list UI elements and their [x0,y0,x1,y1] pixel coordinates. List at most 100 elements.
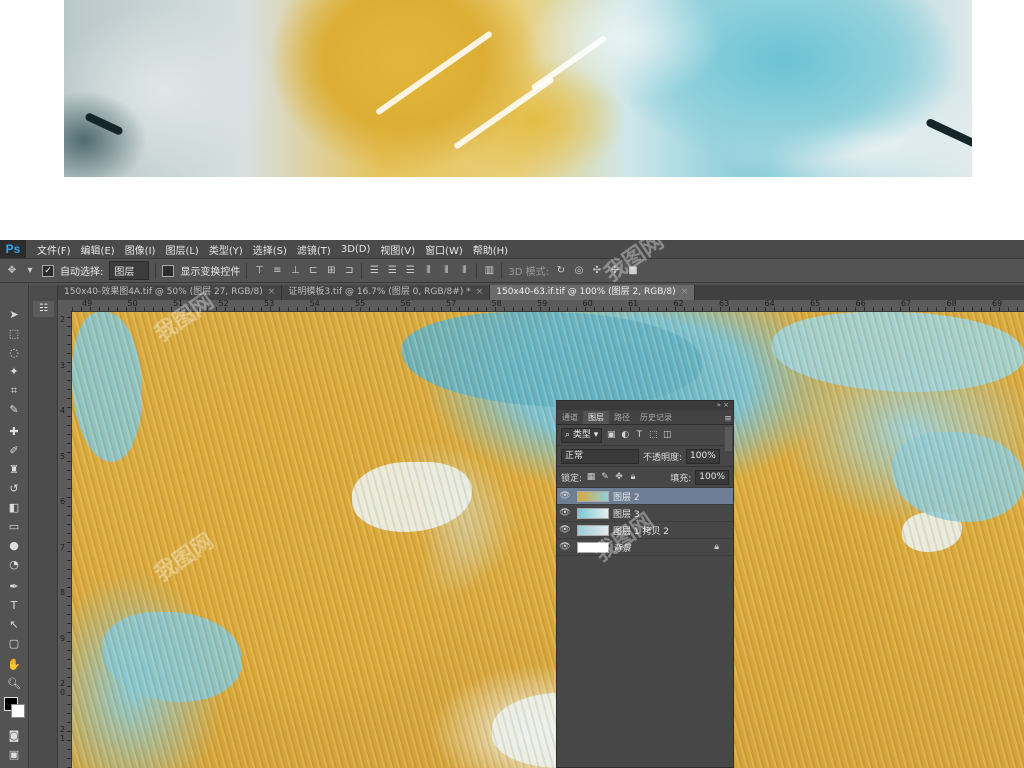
menu-filter[interactable]: 滤镜(T) [292,242,336,257]
slide-3d-icon[interactable]: ✢ [609,265,621,277]
screen-mode-icon[interactable]: ▣ [4,747,24,763]
distribute-right-icon[interactable]: ⫴ [458,265,470,277]
move-tool-icon[interactable]: ➤ [4,307,24,323]
vertical-ruler[interactable]: 2 3 4 5 6 7 8 9 2 0 2 1 [58,311,72,768]
move-tool-icon[interactable]: ✥ [6,265,18,277]
eraser-tool-icon[interactable]: ◧ [4,500,24,516]
auto-select-checkbox[interactable]: ✓ [42,264,54,277]
kind-filter-select[interactable]: ⌕ 类型 ▾ [561,427,603,443]
align-hcenter-icon[interactable]: ⊞ [325,265,337,277]
fill-input[interactable]: 100% [695,469,729,485]
distribute-top-icon[interactable]: ☰ [368,265,380,277]
menu-3d[interactable]: 3D(D) [336,244,376,255]
eye-icon[interactable]: 👁︎ [557,542,573,552]
gradient-tool-icon[interactable]: ▭ [4,519,24,535]
brush-tool-icon[interactable]: ✐ [4,443,24,459]
show-transform-checkbox[interactable] [162,264,175,277]
eye-icon[interactable]: 👁︎ [557,525,573,535]
options-bar: ✥ ▾ ✓ 自动选择: 图层 显示变换控件 ⊤ ≡ ⊥ ⊏ ⊞ ⊐ ☰ ☰ ☰ … [0,259,1024,283]
ruler-tick-label: 50 [127,300,138,308]
quick-mask-icon[interactable]: ◙ [4,728,24,744]
close-icon[interactable]: × [681,287,689,297]
tab-history[interactable]: 历史记录 [635,411,677,424]
shape-tool-icon[interactable]: ▢ [4,636,24,652]
magic-wand-icon[interactable]: ✦ [4,364,24,380]
menu-file[interactable]: 文件(F) [32,242,76,257]
crop-tool-icon[interactable]: ⌗ [4,383,24,399]
menu-layer[interactable]: 图层(L) [160,242,203,257]
camera-3d-icon[interactable]: ■ [627,265,639,277]
preview-white-streak [374,30,494,116]
menu-view[interactable]: 视图(V) [375,242,420,257]
background-color-swatch[interactable] [11,704,25,718]
layer-row[interactable]: 👁︎ 图层 3 [557,505,733,522]
close-icon[interactable]: × [268,287,276,297]
panel-titlebar[interactable]: » × [557,401,733,410]
healing-brush-icon[interactable]: ✚ [4,424,24,440]
eyedropper-icon[interactable]: ✎ [4,402,24,418]
blur-tool-icon[interactable]: ● [4,538,24,554]
lock-position-icon[interactable]: ✥ [614,472,624,482]
auto-align-icon[interactable]: ▥ [483,265,495,277]
menu-window[interactable]: 窗口(W) [420,242,468,257]
close-icon[interactable]: × [476,287,484,297]
dodge-tool-icon[interactable]: ◔ [4,557,24,573]
divider [361,262,363,279]
layer-row[interactable]: 👁︎ 图层 2 [557,488,733,505]
properties-panel-icon[interactable]: ☷ [33,301,54,317]
blend-mode-select[interactable]: 正常 [561,448,639,464]
horizontal-ruler[interactable]: 49 50 51 52 53 54 55 56 57 58 59 60 61 62 63 64 65 66 67 68… [72,300,1024,312]
pixel-filter-icon[interactable]: ▣ [606,430,616,440]
layer-row[interactable]: 👁︎ 背景 🔒︎ [557,539,733,556]
align-right-icon[interactable]: ⊐ [343,265,355,277]
eye-icon[interactable]: 👁︎ [557,491,573,501]
layer-row[interactable]: 👁︎ 图层 1 拷贝 2 [557,522,733,539]
adjustment-filter-icon[interactable]: ◐ [620,430,630,440]
pen-tool-icon[interactable]: ✒ [4,579,24,595]
auto-select-dropdown[interactable]: 图层 [109,261,150,280]
tab-paths[interactable]: 路径 [609,411,635,424]
menu-select[interactable]: 选择(S) [248,242,292,257]
menu-help[interactable]: 帮助(H) [468,242,513,257]
tab-doc-3[interactable]: 150x40-63.if.tif @ 100% (图层 2, RGB/8) × [490,285,696,300]
align-vcenter-icon[interactable]: ≡ [271,265,283,277]
clone-stamp-icon[interactable]: ♜ [4,462,24,478]
distribute-hcenter-icon[interactable]: ⫴ [440,265,452,277]
lock-pixels-icon[interactable]: ✎ [600,472,610,482]
smart-object-filter-icon[interactable]: ◫ [662,430,672,440]
distribute-vcenter-icon[interactable]: ☰ [386,265,398,277]
lock-transparent-icon[interactable]: ▦ [586,472,596,482]
panel-menu-icon[interactable]: ≡ [723,414,733,424]
lasso-tool-icon[interactable]: ◌ [4,345,24,361]
hand-tool-icon[interactable]: ✋ [4,657,24,673]
menu-image[interactable]: 图像(I) [120,242,161,257]
tab-doc-2[interactable]: 证明模板3.tif @ 16.7% (图层 0, RGB/8#) * × [282,285,491,300]
marquee-tool-icon[interactable]: ⬚ [4,326,24,342]
tab-channels[interactable]: 通道 [557,411,583,424]
lock-all-icon[interactable]: 🔒︎ [628,472,638,482]
tab-layers[interactable]: 图层 [583,411,609,424]
menu-edit[interactable]: 编辑(E) [76,242,120,257]
align-bottom-icon[interactable]: ⊥ [289,265,301,277]
distribute-bottom-icon[interactable]: ☰ [404,265,416,277]
history-brush-icon[interactable]: ↺ [4,481,24,497]
chevron-down-icon[interactable]: ▾ [24,265,36,277]
drag-3d-icon[interactable]: ✣ [591,265,603,277]
rotate-3d-icon[interactable]: ↻ [555,265,567,277]
distribute-left-icon[interactable]: ⫴ [422,265,434,277]
type-filter-icon[interactable]: T [634,430,644,440]
path-select-icon[interactable]: ↖ [4,617,24,633]
zoom-tool-icon[interactable]: 🔍︎ [4,676,24,692]
type-tool-icon[interactable]: T [4,598,24,614]
shape-filter-icon[interactable]: ⬚ [648,430,658,440]
ruler-corner[interactable] [58,300,72,311]
opacity-input[interactable]: 100% [686,448,720,464]
document-canvas[interactable] [72,312,1024,768]
menu-type[interactable]: 类型(Y) [204,242,248,257]
eye-icon[interactable]: 👁︎ [557,508,573,518]
tab-doc-1[interactable]: 150x40-效果图4A.tif @ 50% (图层 27, RGB/8) × [58,285,283,300]
align-left-icon[interactable]: ⊏ [307,265,319,277]
roll-3d-icon[interactable]: ◎ [573,265,585,277]
panel-scrollbar[interactable] [725,427,732,451]
align-top-icon[interactable]: ⊤ [253,265,265,277]
